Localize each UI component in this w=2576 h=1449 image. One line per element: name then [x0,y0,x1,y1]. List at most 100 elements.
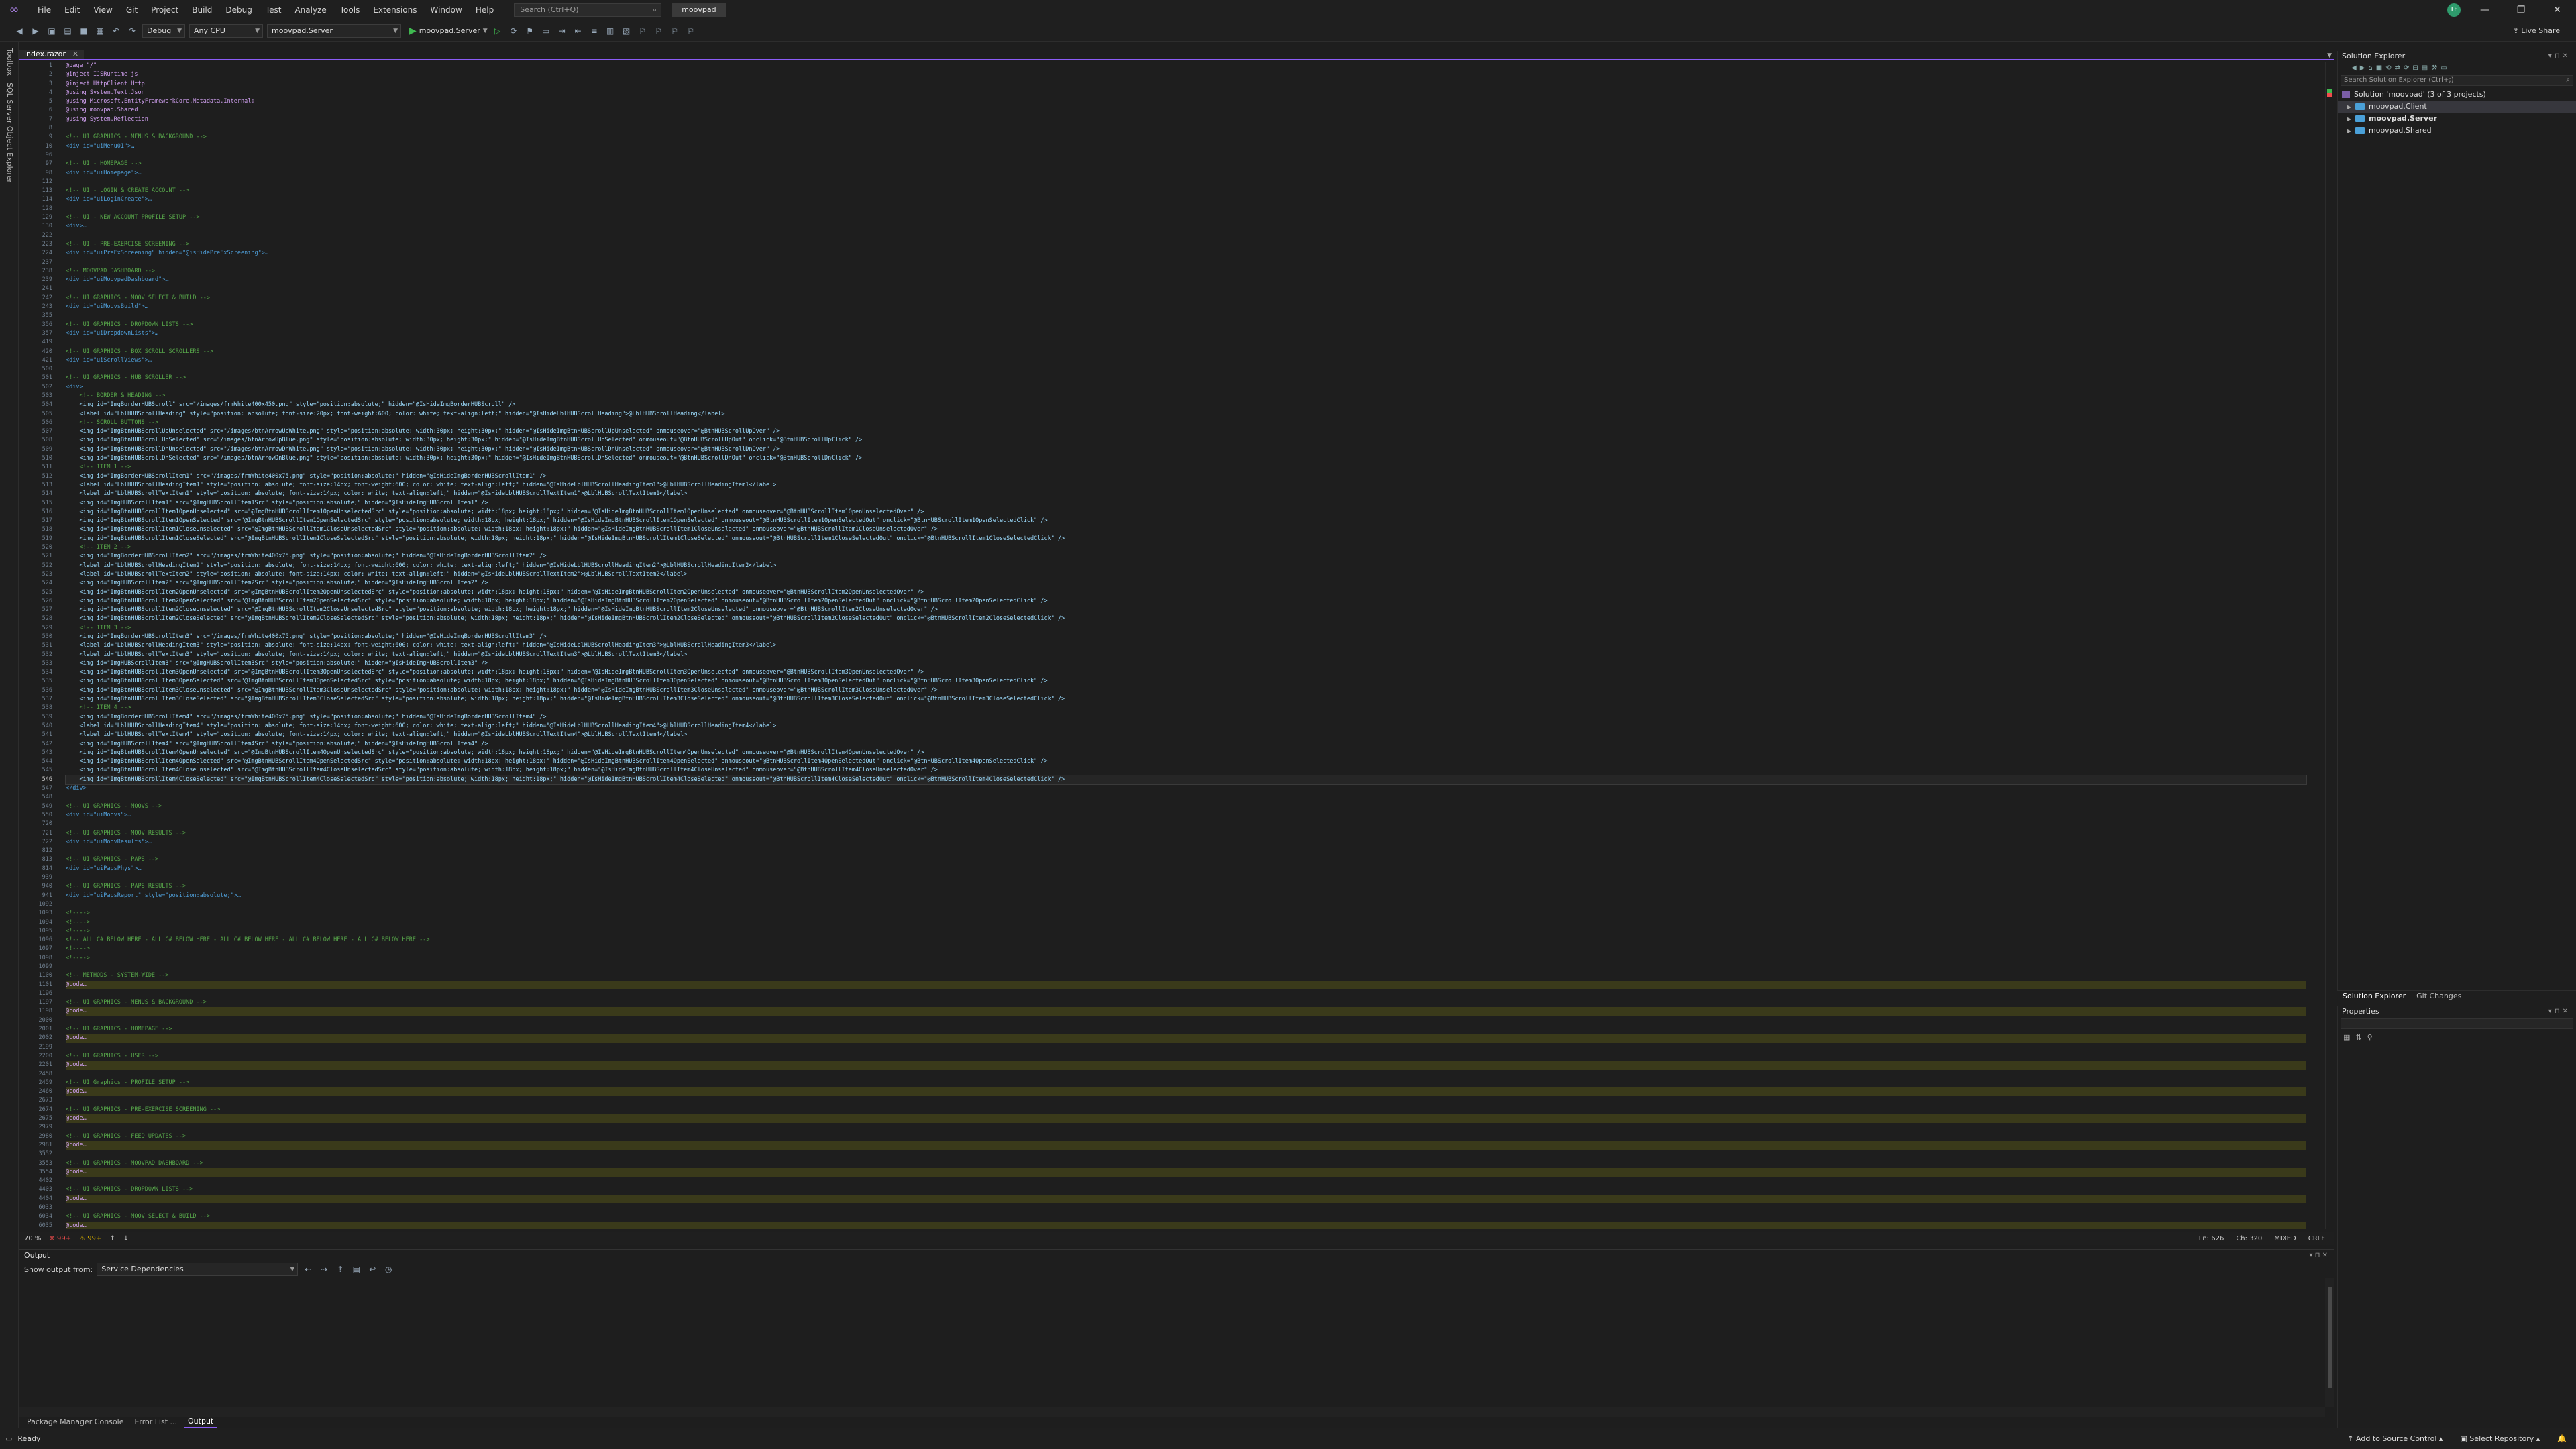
code-line[interactable]: <img id="ImgBtnHUBScrollItem4OpenUnselec… [66,749,2306,757]
code-line[interactable]: <!-- ALL C# BELOW HERE - ALL C# BELOW HE… [66,936,2306,945]
output-vertical-scrollbar[interactable] [2325,1278,2334,1407]
code-line[interactable]: <div id="uiHomepage">… [66,169,2306,178]
code-line[interactable]: <label id="LblHUBScrollTextItem3" style=… [66,651,2306,659]
code-line[interactable]: <img id="ImgBtnHUBScrollItem2OpenUnselec… [66,588,2306,597]
code-line[interactable]: <img id="ImgBorderHUBScroll" src="/image… [66,400,2306,409]
code-line[interactable] [66,258,2306,267]
code-line[interactable]: @code… [66,1194,2306,1203]
maximize-icon[interactable]: ❐ [2509,5,2533,15]
code-line[interactable]: <div> [66,383,2306,392]
tab-output[interactable]: Output [184,1416,218,1428]
code-line[interactable]: @using System.Text.Json [66,89,2306,97]
code-line[interactable]: @page "/" [66,62,2306,70]
code-line[interactable]: <img id="ImgBorderHUBScrollItem1" src="/… [66,472,2306,481]
code-line[interactable] [66,1016,2306,1025]
code-line[interactable]: @code… [66,1034,2306,1043]
tree-project-shared[interactable]: ▶ moovpad.Shared [2338,125,2576,137]
code-line[interactable]: <!-- UI - PRE-EXERCISE SCREENING --> [66,240,2306,249]
code-line[interactable]: <img id="ImgBtnHUBScrollItem3CloseSelect… [66,695,2306,704]
code-line[interactable]: <!----> [66,954,2306,963]
code-line[interactable]: @code… [66,1167,2306,1177]
code-line[interactable]: @code… [66,1140,2306,1150]
menu-item-edit[interactable]: Edit [58,0,87,20]
output-source-select[interactable]: Service Dependencies ▼ [97,1263,299,1276]
code-line[interactable]: <!-- UI GRAPHICS - HUB SCROLLER --> [66,374,2306,382]
code-line[interactable]: @using System.Reflection [66,115,2306,124]
properties-icon[interactable]: ⚒ [2431,64,2437,72]
code-line[interactable] [66,793,2306,802]
code-line[interactable] [66,338,2306,347]
menu-item-analyze[interactable]: Analyze [288,0,333,20]
tab-error-list[interactable]: Error List ... [130,1417,181,1428]
start-debugging-button[interactable]: ▶ moovpad.Server ▼ [409,25,488,36]
code-line[interactable]: <label id="LblHUBScrollHeadingItem2" sty… [66,561,2306,570]
code-line[interactable]: <img id="ImgBtnHUBScrollItem3OpenSelecte… [66,677,2306,686]
code-line[interactable]: <div id="uiMoovsBuild">… [66,303,2306,311]
indent-icon[interactable]: ⇤ [572,25,584,37]
bookmark-prev-icon[interactable]: ⚐ [653,25,665,37]
sql-server-object-explorer-tab[interactable]: SQL Server Object Explorer [5,83,14,183]
code-line[interactable]: <img id="ImgBtnHUBScrollItem4OpenSelecte… [66,757,2306,766]
solution-search-input[interactable]: Search Solution Explorer (Ctrl+;) ⌕ [2341,75,2573,86]
code-line[interactable]: @code… [66,1114,2306,1124]
code-line[interactable]: <div id="uiMoovResults">… [66,838,2306,847]
code-line[interactable]: <img id="ImgBtnHUBScrollUpUnselected" sr… [66,427,2306,436]
menu-item-debug[interactable]: Debug [219,0,258,20]
code-line[interactable]: <!-- SCROLL BUTTONS --> [66,419,2306,427]
menu-item-test[interactable]: Test [259,0,288,20]
code-line[interactable]: <img id="ImgBtnHUBScrollItem1CloseUnsele… [66,525,2306,534]
code-line[interactable]: <div id="uiMenu01">… [66,142,2306,151]
preview-icon[interactable]: ▭ [2440,64,2447,72]
code-line[interactable]: <!-- UI GRAPHICS - DROPDOWN LISTS --> [66,321,2306,329]
tree-solution-node[interactable]: Solution 'moovpad' (3 of 3 projects) [2338,89,2576,101]
find-next-icon[interactable]: ⇢ [318,1263,330,1275]
code-line[interactable]: <!-- UI GRAPHICS - FEED UPDATES --> [66,1132,2306,1141]
refresh-icon[interactable]: ⟳ [2404,64,2409,72]
warning-count[interactable]: ⚠ 99+ [79,1235,101,1242]
code-line[interactable]: <label id="LblHUBScrollTextItem2" style=… [66,570,2306,579]
code-line[interactable]: @inject HttpClient Http [66,80,2306,89]
arrow-up-icon[interactable]: ↑ [109,1235,115,1242]
hot-reload-icon[interactable]: ⚑ [524,25,536,37]
clear-all-icon[interactable]: ▤ [350,1263,362,1275]
code-line[interactable] [66,284,2306,293]
code-line[interactable]: <img id="ImgBtnHUBScrollItem2CloseSelect… [66,614,2306,623]
code-line[interactable]: <img id="ImgBtnHUBScrollItem4CloseSelect… [65,774,2307,786]
code-line[interactable]: <img id="ImgBtnHUBScrollItem1CloseSelect… [66,535,2306,543]
code-line[interactable] [66,151,2306,160]
live-share-button[interactable]: ⇪ Live Share [2513,26,2560,35]
startup-project-select[interactable]: moovpad.Server ▼ [267,23,401,38]
menu-item-extensions[interactable]: Extensions [366,0,423,20]
platform-select[interactable]: Any CPU ▼ [189,23,263,38]
panel-controls-icon[interactable]: ▾⊓✕ [2548,1006,2576,1017]
code-line[interactable]: <label id="LblHUBScrollHeadingItem3" sty… [66,641,2306,650]
navigate-back-icon[interactable]: ◀ [13,25,25,37]
add-to-source-control-button[interactable]: ↑ Add to Source Control ▴ [2347,1434,2443,1443]
code-line[interactable]: </div> [66,784,2306,793]
code-line[interactable]: <div id="uiMoovs">… [66,811,2306,820]
code-line[interactable]: <!-- UI GRAPHICS - DROPDOWN LISTS --> [66,1185,2306,1194]
code-line[interactable]: <!-- UI GRAPHICS - MOOV SELECT & BUILD -… [66,294,2306,303]
code-line[interactable] [66,1150,2306,1159]
code-line[interactable]: <img id="ImgBtnHUBScrollItem2OpenSelecte… [66,597,2306,606]
code-line[interactable]: @using Microsoft.EntityFrameworkCore.Met… [66,97,2306,106]
code-line[interactable]: <label id="LblHUBScrollTextItem4" style=… [66,731,2306,739]
code-line[interactable] [66,963,2306,971]
property-pages-icon[interactable]: ⚲ [2367,1033,2373,1042]
undo-icon[interactable]: ↶ [110,25,122,37]
open-folder-icon[interactable]: ▤ [62,25,74,37]
line-number[interactable]: Ln: 626 [2199,1235,2224,1242]
menu-item-file[interactable]: File [31,0,58,20]
collapse-all-icon[interactable]: ⊟ [2412,64,2418,72]
code-line[interactable]: <img id="ImgBtnHUBScrollUpSelected" src=… [66,436,2306,445]
home-icon[interactable]: ⌂ [2368,64,2372,72]
code-line[interactable]: <div id="uiScrollViews">… [66,356,2306,365]
code-line[interactable] [66,178,2306,186]
code-line[interactable] [66,311,2306,320]
code-line[interactable]: <!-- ITEM 3 --> [66,624,2306,633]
forward-icon[interactable]: ▶ [2360,64,2365,72]
code-line[interactable]: <!-- UI Graphics - PROFILE SETUP --> [66,1079,2306,1087]
code-line[interactable]: <div id="uiMoovpadDashboard">… [66,276,2306,284]
expand-arrow-icon[interactable]: ▶ [2347,113,2355,125]
code-line[interactable]: <label id="LblHUBScrollHeading" style="p… [66,410,2306,419]
